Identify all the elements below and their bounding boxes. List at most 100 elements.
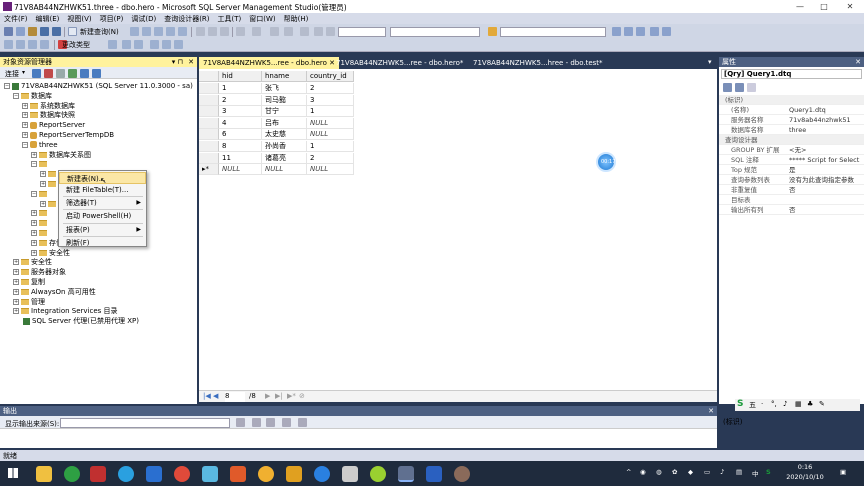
expand-icon[interactable]: +: [31, 151, 37, 158]
solution-config-combo[interactable]: [338, 27, 386, 37]
toolbox-icon[interactable]: [650, 27, 659, 36]
property-row[interactable]: 数据库名称 three: [719, 125, 864, 135]
document-tab[interactable]: 71V8AB44NZHWK5...hree - dbo.test*: [469, 57, 607, 69]
add-table-icon[interactable]: [134, 40, 143, 49]
ime-keyboard-icon[interactable]: ▦: [795, 400, 802, 408]
row-selector[interactable]: [199, 152, 219, 164]
grid-cell[interactable]: 6: [219, 129, 262, 141]
grid-cell[interactable]: 司马懿: [262, 94, 307, 106]
run-icon[interactable]: [326, 27, 335, 36]
file-explorer-icon[interactable]: [36, 466, 52, 482]
property-row[interactable]: 查询参数列表 没有为此查询指定参数: [719, 175, 864, 185]
context-menu-item[interactable]: 筛选器(T) ▶: [59, 197, 146, 209]
dmx-query-icon[interactable]: [166, 27, 175, 36]
edge-browser-icon[interactable]: [118, 466, 134, 482]
undo-icon[interactable]: [236, 27, 245, 36]
open-file-icon[interactable]: [28, 27, 37, 36]
expand-icon[interactable]: +: [22, 112, 28, 119]
expand-icon[interactable]: +: [31, 230, 37, 236]
expand-icon[interactable]: +: [31, 249, 37, 256]
green-app-icon[interactable]: [370, 466, 386, 482]
tray-app-icon[interactable]: ◍: [656, 468, 662, 476]
menu-item[interactable]: 调试(D): [127, 13, 160, 24]
menu-item[interactable]: 窗口(W): [245, 13, 279, 24]
collapse-icon[interactable]: −: [13, 92, 19, 99]
properties-close-icon[interactable]: ✕: [855, 57, 861, 67]
game-app-icon[interactable]: [454, 466, 470, 482]
tray-date[interactable]: 2020/10/10: [782, 473, 828, 481]
property-row[interactable]: 服务器名称 71v8ab44nzhwk51: [719, 115, 864, 125]
copy-icon[interactable]: [208, 27, 217, 36]
context-menu-item[interactable]: 新建 FileTable(T)...: [59, 184, 146, 196]
sticky-icon[interactable]: [258, 466, 274, 482]
minimize-icon[interactable]: —: [788, 1, 812, 12]
show-diagram-pane-icon[interactable]: [4, 40, 13, 49]
grid-cell[interactable]: 3: [219, 106, 262, 118]
expand-icon[interactable]: +: [31, 239, 37, 246]
wechat-icon[interactable]: [64, 466, 80, 482]
document-tab[interactable]: 71V8AB44NZHWK5...ree - dbo.hero ✕: [199, 57, 340, 69]
options-icon[interactable]: [662, 27, 671, 36]
grid-cell[interactable]: 8: [219, 141, 262, 152]
tree-node[interactable]: −: [31, 189, 49, 199]
expand-icon[interactable]: +: [13, 269, 19, 276]
grid-cell[interactable]: 吕布: [262, 117, 307, 129]
tree-node[interactable]: + AlwaysOn 高可用性: [13, 287, 96, 297]
xmind-icon[interactable]: [230, 466, 246, 482]
property-row[interactable]: 输出所有列 否: [719, 205, 864, 215]
tray-shield-icon[interactable]: ◉: [640, 468, 646, 476]
breakpoint-icon[interactable]: [314, 27, 323, 36]
ime-mic-icon[interactable]: ♪: [783, 400, 787, 408]
context-menu-item[interactable]: 报表(P) ▶: [59, 224, 146, 236]
row-selector[interactable]: [199, 83, 219, 94]
property-row[interactable]: GROUP BY 扩展 <无>: [719, 145, 864, 155]
show-sql-pane-icon[interactable]: [28, 40, 37, 49]
expand-icon[interactable]: +: [13, 288, 19, 295]
tree-node[interactable]: +: [40, 179, 58, 189]
tray-app3-icon[interactable]: ◆: [688, 468, 693, 476]
output-toggle-icon[interactable]: [298, 418, 307, 427]
expand-icon[interactable]: +: [40, 200, 46, 207]
expand-icon[interactable]: +: [22, 122, 28, 129]
paste-icon[interactable]: [220, 27, 229, 36]
redo-icon[interactable]: [252, 27, 261, 36]
grid-cell[interactable]: 1: [219, 83, 262, 94]
tree-node[interactable]: + 安全性: [31, 248, 70, 258]
expand-icon[interactable]: +: [22, 102, 28, 109]
grid-cell[interactable]: 张飞: [262, 83, 307, 94]
tab-overflow-icon[interactable]: ▾: [708, 58, 712, 66]
analysis-query-icon[interactable]: [142, 27, 151, 36]
word-icon[interactable]: [426, 466, 442, 482]
tree-node[interactable]: + ReportServerTempDB: [22, 130, 114, 140]
grid-cell[interactable]: 太史慈: [262, 129, 307, 141]
row-selector[interactable]: ▸*: [199, 164, 219, 176]
stop-record-icon[interactable]: ⊘: [299, 392, 305, 400]
output-wrap-icon[interactable]: [282, 418, 291, 427]
tree-node[interactable]: + ReportServer: [22, 120, 85, 130]
menu-item[interactable]: 项目(P): [96, 13, 128, 24]
mdx-query-icon[interactable]: [154, 27, 163, 36]
new-query-button[interactable]: 新建查询(N): [80, 27, 119, 37]
tree-node[interactable]: − 71V8AB44NZHWK51 (SQL Server 11.0.3000 -…: [4, 81, 193, 91]
ime-s-icon[interactable]: S: [737, 399, 743, 409]
grid-cell[interactable]: 甘宁: [262, 106, 307, 118]
property-category[interactable]: 查询设计器: [719, 135, 864, 145]
expand-icon[interactable]: +: [13, 308, 19, 315]
last-record-icon[interactable]: ▶|: [275, 392, 283, 400]
tree-node[interactable]: − three: [22, 140, 58, 150]
app-red-icon[interactable]: [90, 466, 106, 482]
grid-cell[interactable]: NULL: [307, 164, 354, 176]
tree-node[interactable]: +: [40, 169, 58, 179]
disconnect-icon[interactable]: [44, 69, 53, 78]
notepad-icon[interactable]: [286, 466, 302, 482]
grid-cell[interactable]: NULL: [307, 117, 354, 129]
start-windows-icon[interactable]: [8, 468, 18, 478]
refresh-icon[interactable]: [80, 69, 89, 78]
new-project-icon[interactable]: [4, 27, 13, 36]
maximize-icon[interactable]: □: [812, 1, 836, 12]
find-in-files-icon[interactable]: [488, 27, 497, 36]
property-row[interactable]: 非重复值 否: [719, 185, 864, 195]
tray-time[interactable]: 0:16: [782, 463, 828, 471]
add-derived-table-icon[interactable]: [150, 40, 159, 49]
find-combo[interactable]: [500, 27, 606, 37]
